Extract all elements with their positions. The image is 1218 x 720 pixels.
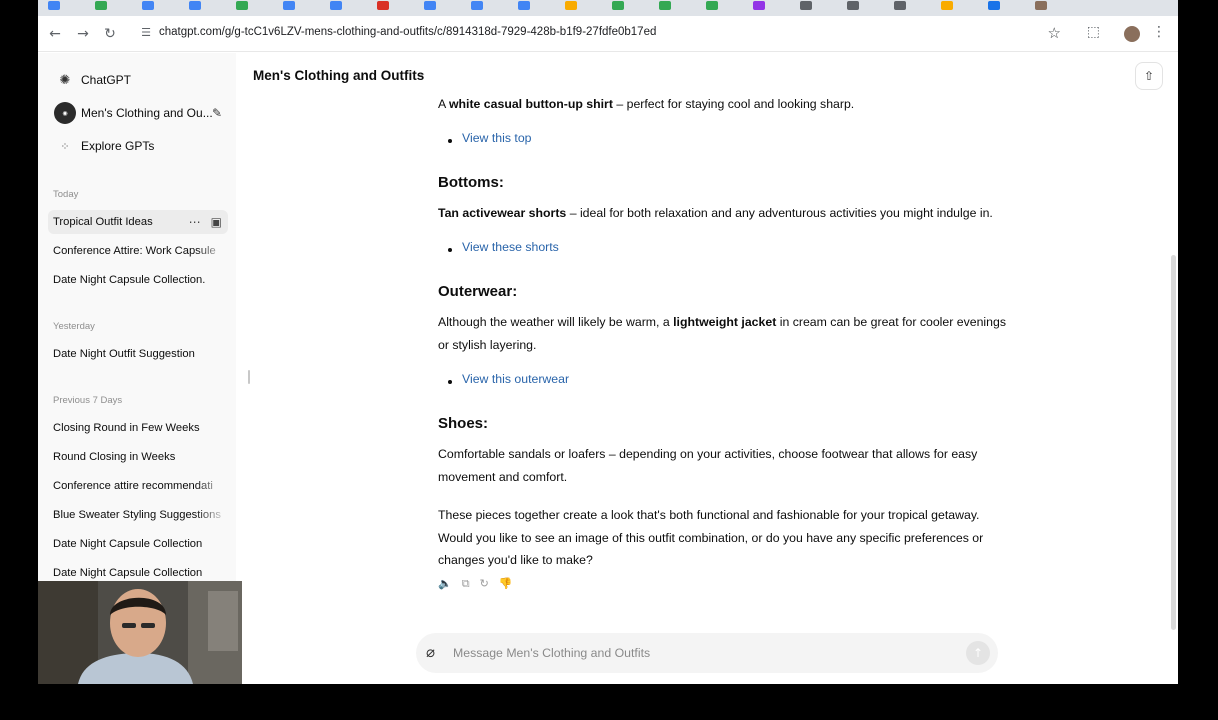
- message-paragraph: A white casual button-up shirt – perfect…: [438, 97, 855, 111]
- site-info-icon[interactable]: ☰: [138, 25, 154, 41]
- webcam-person-image: [38, 581, 242, 684]
- openai-logo-icon: ✺: [59, 72, 71, 88]
- section-heading: Outerwear:: [438, 283, 518, 300]
- sidebar-app-name: ChatGPT: [81, 73, 132, 87]
- reload-icon[interactable]: ↻: [101, 25, 119, 43]
- address-bar: ← → ↻ ☰ chatgpt.com/g/g-tcC1v6LZV-mens-c…: [38, 16, 1178, 52]
- browser-tab-favicon-icon[interactable]: [800, 1, 812, 10]
- browser-tab-favicon-icon[interactable]: [330, 1, 342, 10]
- sidebar-chat-item[interactable]: Conference Attire: Work Capsule: [48, 239, 228, 263]
- profile-avatar[interactable]: [1124, 26, 1140, 42]
- browser-tab-favicon-icon[interactable]: [377, 1, 389, 10]
- sidebar-chat-item[interactable]: Date Night Capsule Collection.: [48, 268, 228, 292]
- sidebar-explore-label: Explore GPTs: [81, 139, 155, 153]
- browser-tab-favicon-icon[interactable]: [988, 1, 1000, 10]
- message-paragraph: Tan activewear shorts – ideal for both r…: [438, 206, 993, 220]
- chevron-down-icon[interactable]: ⌄: [418, 68, 426, 79]
- back-icon[interactable]: ←: [46, 25, 64, 43]
- browser-tab-favicon-icon[interactable]: [612, 1, 624, 10]
- paperclip-icon[interactable]: ⌀: [426, 643, 435, 661]
- thumbs-down-icon[interactable]: 👎: [499, 577, 513, 591]
- browser-menu-icon[interactable]: ⋮: [1152, 24, 1166, 40]
- browser-tab-favicon-icon[interactable]: [1035, 1, 1047, 10]
- regenerate-icon[interactable]: ↻: [480, 577, 489, 591]
- url-field[interactable]: chatgpt.com/g/g-tcC1v6LZV-mens-clothing-…: [159, 26, 656, 38]
- new-chat-icon[interactable]: ✎: [212, 106, 222, 120]
- browser-tab-favicon-icon[interactable]: [189, 1, 201, 10]
- webcam-overlay: [38, 581, 242, 684]
- browser-tab-favicon-icon[interactable]: [941, 1, 953, 10]
- browser-tab-favicon-icon[interactable]: [236, 1, 248, 10]
- browser-tab-favicon-icon[interactable]: [565, 1, 577, 10]
- forward-icon[interactable]: →: [74, 25, 92, 43]
- sidebar-chat-item[interactable]: Date Night Capsule Collection: [48, 532, 228, 556]
- more-options-icon[interactable]: ⋯: [189, 210, 201, 234]
- copy-icon[interactable]: ⧉: [462, 577, 470, 591]
- sidebar-section-heading: Previous 7 Days: [53, 395, 123, 406]
- sidebar-gpt-name: Men's Clothing and Ou...: [81, 106, 213, 120]
- sidebar-resize-handle[interactable]: [248, 370, 250, 384]
- browser-tab-favicon-icon[interactable]: [847, 1, 859, 10]
- browser-tab-favicon-icon[interactable]: [518, 1, 530, 10]
- browser-tab-favicon-icon[interactable]: [424, 1, 436, 10]
- chat-title[interactable]: Men's Clothing and Outfits: [253, 68, 424, 83]
- sidebar-chatgpt-link[interactable]: ✺ ChatGPT: [48, 66, 228, 94]
- sidebar-chat-item[interactable]: Conference attire recommendati: [48, 474, 228, 498]
- section-heading: Bottoms:: [438, 174, 504, 191]
- sidebar-section-heading: Today: [53, 189, 79, 200]
- browser-tab-favicon-icon[interactable]: [706, 1, 718, 10]
- gpt-avatar-icon: ◉: [54, 102, 76, 124]
- section-heading: Shoes:: [438, 415, 489, 432]
- sidebar-chat-item[interactable]: Blue Sweater Styling Suggestions: [48, 503, 228, 527]
- browser-tab-favicon-icon[interactable]: [753, 1, 765, 10]
- browser-tab-favicon-icon[interactable]: [95, 1, 107, 10]
- browser-tab-favicon-icon[interactable]: [283, 1, 295, 10]
- sidebar-chat-item[interactable]: Tropical Outfit Ideas ⋯ ▣: [48, 210, 228, 234]
- bookmark-star-icon[interactable]: ☆: [1048, 24, 1061, 42]
- message-paragraph: Although the weather will likely be warm…: [438, 315, 1006, 352]
- message-paragraph: These pieces together create a look that…: [438, 508, 984, 567]
- view-shorts-link[interactable]: View these shorts: [462, 240, 559, 254]
- sidebar-chat-item[interactable]: Closing Round in Few Weeks: [48, 416, 228, 440]
- view-outerwear-link[interactable]: View this outerwear: [462, 372, 569, 386]
- browser-window: ← → ↻ ☰ chatgpt.com/g/g-tcC1v6LZV-mens-c…: [38, 0, 1178, 684]
- message-composer: ⌀ ↑: [416, 633, 998, 673]
- browser-tab-favicon-icon[interactable]: [659, 1, 671, 10]
- sidebar-gpt-link[interactable]: ◉ Men's Clothing and Ou... ✎: [48, 99, 228, 127]
- sidebar-section-heading: Yesterday: [53, 321, 95, 332]
- share-icon: ⇧: [1143, 69, 1155, 83]
- browser-tab-favicon-icon[interactable]: [471, 1, 483, 10]
- read-aloud-icon[interactable]: 🔈: [438, 577, 452, 591]
- message-actions: 🔈 ⧉ ↻ 👎: [438, 577, 512, 591]
- sidebar-explore-gpts[interactable]: ⁘ Explore GPTs: [48, 132, 228, 160]
- sidebar-chat-item[interactable]: Date Night Outfit Suggestion: [48, 342, 228, 366]
- browser-tab-favicon-icon[interactable]: [48, 1, 60, 10]
- scrollbar[interactable]: [1171, 255, 1176, 630]
- grid-icon: ⁘: [60, 139, 70, 153]
- browser-tab-favicon-icon[interactable]: [894, 1, 906, 10]
- message-input[interactable]: [453, 643, 933, 663]
- view-top-link[interactable]: View this top: [462, 131, 532, 145]
- message-paragraph: Comfortable sandals or loafers – dependi…: [438, 447, 978, 484]
- tab-strip[interactable]: [38, 0, 1178, 16]
- share-button[interactable]: ⇧: [1135, 62, 1163, 90]
- browser-tab-favicon-icon[interactable]: [142, 1, 154, 10]
- send-button[interactable]: ↑: [966, 641, 990, 665]
- sidebar-chat-item[interactable]: Round Closing in Weeks: [48, 445, 228, 469]
- archive-icon[interactable]: ▣: [211, 210, 222, 234]
- extensions-icon[interactable]: ⬚: [1087, 24, 1100, 40]
